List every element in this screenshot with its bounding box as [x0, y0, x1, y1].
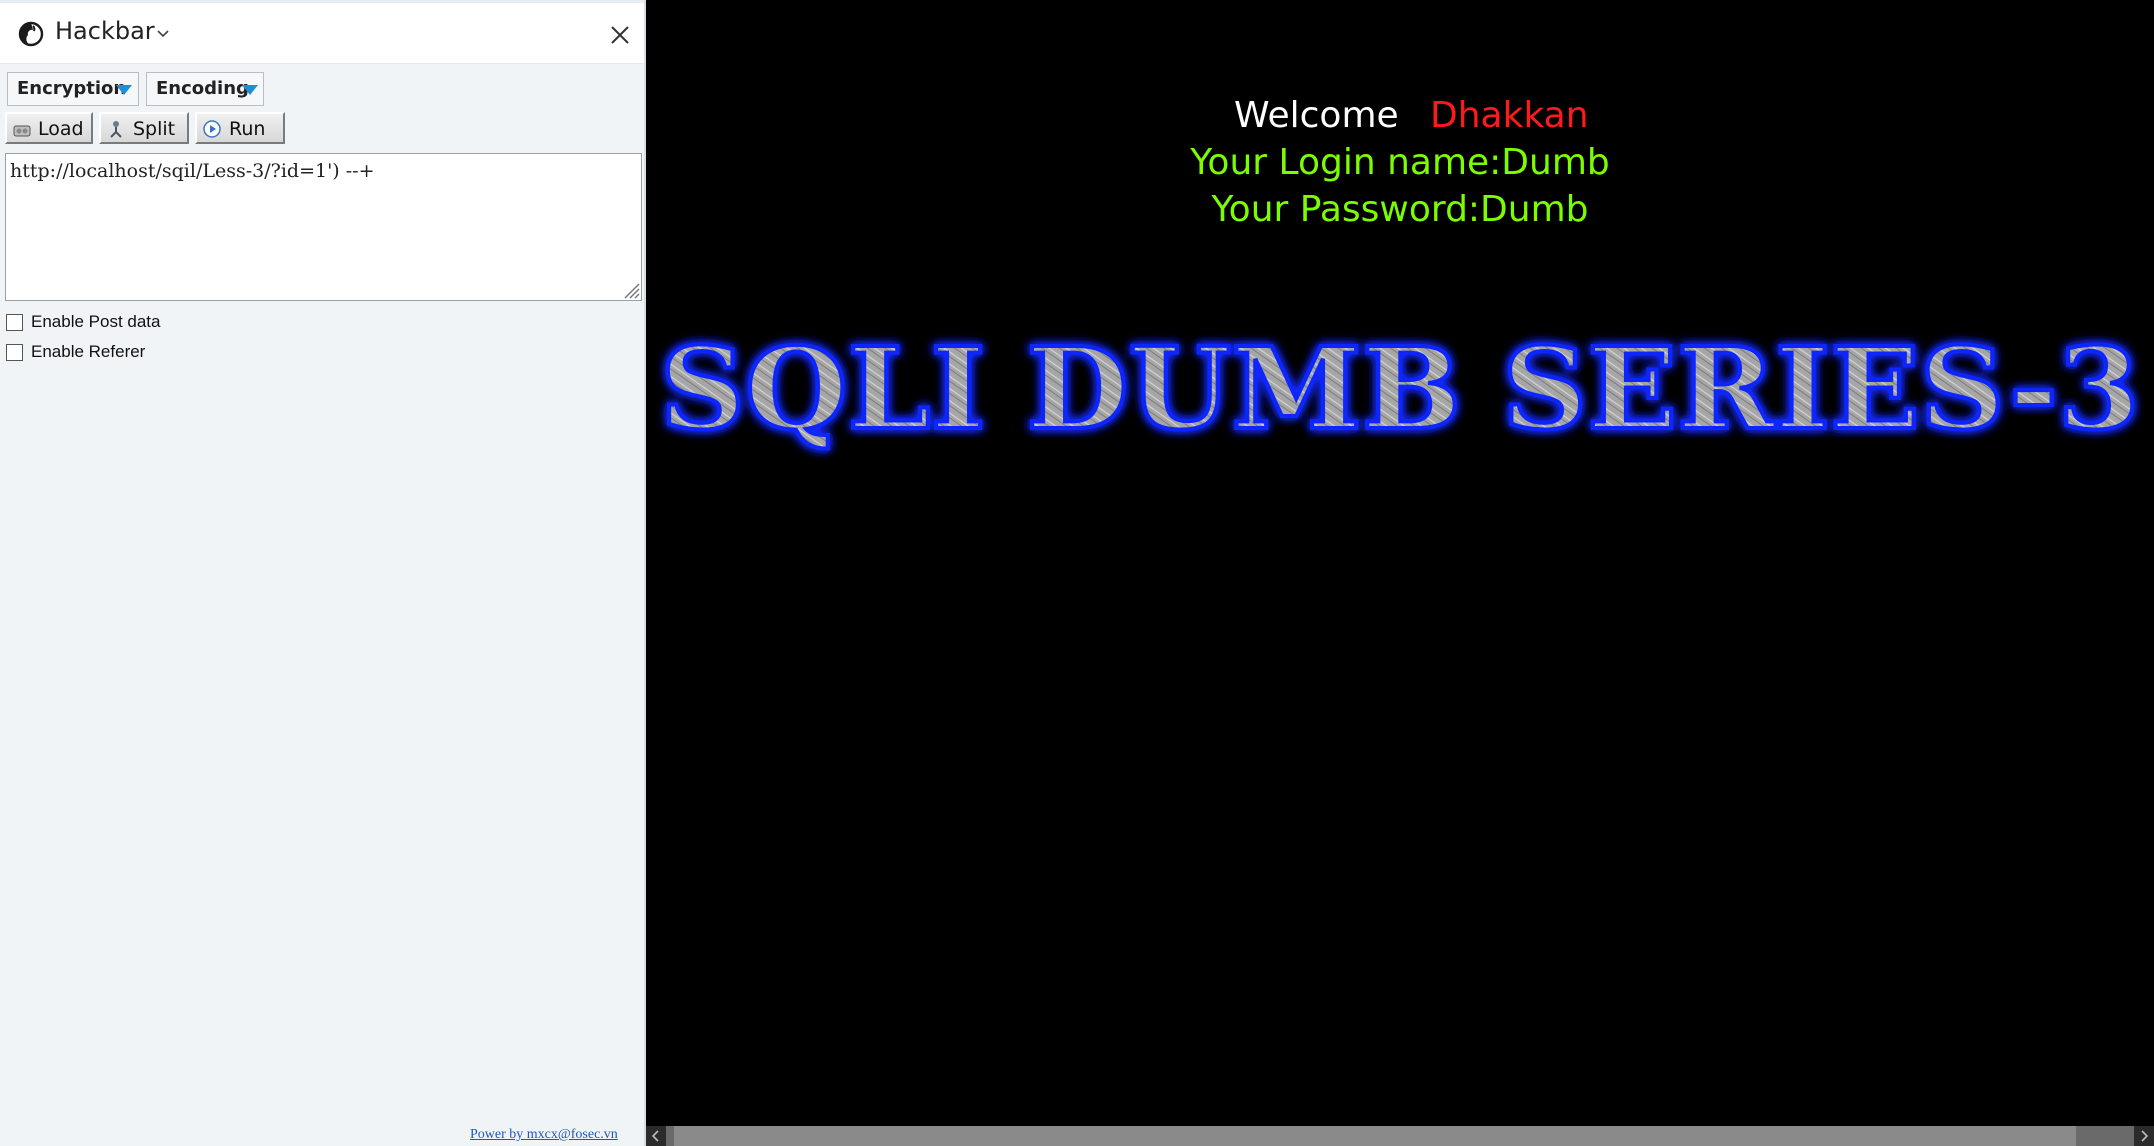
scroll-right-arrow-icon[interactable] — [2134, 1126, 2154, 1146]
password-text: Your Password:Dumb — [1211, 189, 1589, 230]
load-label: Load — [38, 118, 84, 140]
sidebar-header: Hackbar — [0, 0, 644, 64]
dropdown-caret-icon — [242, 85, 258, 95]
enable-referer-label[interactable]: Enable Referer — [31, 342, 145, 362]
scrollbar-thumb[interactable] — [674, 1126, 2076, 1146]
power-by-link[interactable]: Power by mxcx@fosec.vn — [470, 1127, 618, 1143]
web-page-content: Welcome Dhakkan Your Login name:Dumb You… — [646, 0, 2154, 1146]
split-button[interactable]: Split — [99, 112, 189, 144]
chevron-down-icon[interactable] — [156, 28, 170, 38]
resize-grip-icon[interactable] — [620, 279, 640, 299]
enable-post-data-label[interactable]: Enable Post data — [31, 312, 160, 332]
encryption-dropdown[interactable]: Encryption — [7, 72, 139, 106]
run-button[interactable]: Run — [195, 112, 285, 144]
encoding-label: Encoding — [156, 78, 249, 99]
run-icon — [203, 120, 221, 138]
close-icon[interactable] — [608, 23, 632, 47]
run-label: Run — [229, 118, 266, 140]
load-button[interactable]: Load — [5, 112, 93, 144]
welcome-label: Welcome — [1234, 95, 1399, 136]
horizontal-scrollbar[interactable] — [646, 1126, 2154, 1146]
encoding-dropdown[interactable]: Encoding — [146, 72, 264, 106]
url-textarea[interactable]: http://localhost/sqil/Less-3/?id=1') --+ — [5, 153, 642, 301]
scroll-left-arrow-icon[interactable] — [646, 1126, 666, 1146]
sidebar-title[interactable]: Hackbar — [55, 17, 155, 45]
encryption-label: Encryption — [17, 78, 127, 99]
welcome-name: Dhakkan — [1430, 95, 1589, 136]
dropdown-caret-icon — [116, 85, 132, 95]
hackbar-sidebar: Hackbar Encryption Encoding Load Split R… — [0, 0, 646, 1146]
firefox-logo-icon — [18, 21, 44, 47]
series-banner-text: SQLI DUMB SERIES-3 — [660, 324, 2140, 455]
split-icon — [110, 121, 122, 138]
load-icon — [13, 125, 31, 137]
login-name-text: Your Login name:Dumb — [1190, 142, 1610, 183]
url-value: http://localhost/sqil/Less-3/?id=1') --+ — [10, 160, 375, 182]
series-banner: SQLI DUMB SERIES-3 — [658, 322, 2142, 457]
checkbox-box[interactable] — [6, 344, 23, 361]
checkbox-box[interactable] — [6, 314, 23, 331]
split-label: Split — [133, 118, 176, 140]
